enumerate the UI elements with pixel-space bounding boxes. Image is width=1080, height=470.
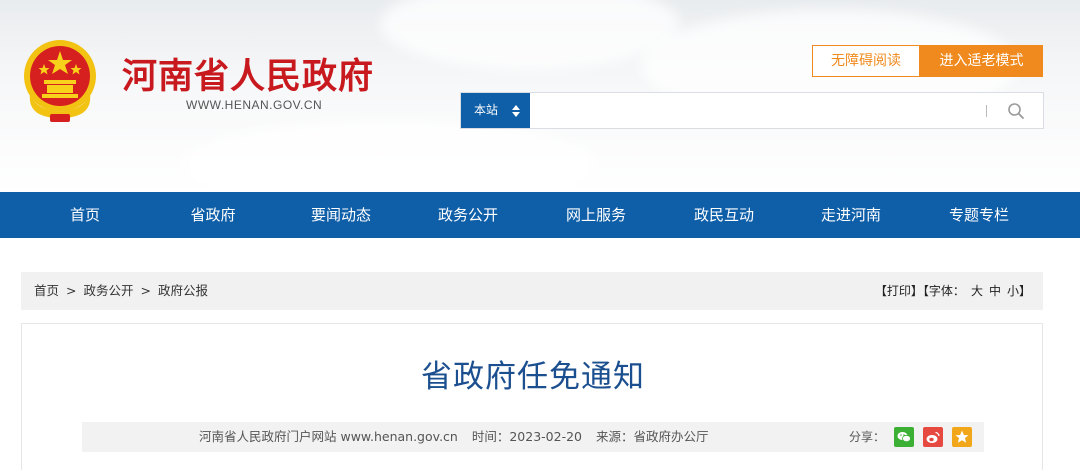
time-label: 时间： bbox=[471, 429, 510, 444]
nav-item-online-services[interactable]: 网上服务 bbox=[566, 192, 626, 238]
breadcrumb-separator: > bbox=[140, 283, 151, 298]
breadcrumb-bar: 首页 > 政务公开 > 政府公报 【打印】【字体： 大中小】 bbox=[21, 272, 1043, 310]
breadcrumb-government-affairs[interactable]: 政务公开 bbox=[83, 283, 133, 298]
nav-item-about-henan[interactable]: 走进河南 bbox=[821, 192, 881, 238]
page: 河南省人民政府 WWW.HENAN.GOV.CN 无障碍阅读 进入适老模式 本站… bbox=[0, 0, 1080, 470]
publish-date: 2023-02-20 bbox=[509, 429, 583, 444]
wechat-icon bbox=[897, 432, 911, 443]
font-size-large[interactable]: 大 bbox=[971, 284, 983, 298]
article-meta-text: 河南省人民政府门户网站 www.henan.gov.cn 时间：2023-02-2… bbox=[199, 422, 709, 452]
font-size-suffix: 】 bbox=[1018, 284, 1031, 298]
breadcrumb: 首页 > 政务公开 > 政府公报 bbox=[34, 272, 208, 310]
search-divider bbox=[986, 105, 987, 117]
origin-label: 来源： bbox=[596, 429, 634, 444]
source-site: 河南省人民政府门户网站 www.henan.gov.cn bbox=[199, 429, 458, 444]
share-favorite-button[interactable] bbox=[952, 427, 972, 447]
elder-mode-button[interactable]: 进入适老模式 bbox=[920, 45, 1043, 77]
site-url: WWW.HENAN.GOV.CN bbox=[186, 98, 323, 112]
breadcrumb-home[interactable]: 首页 bbox=[34, 283, 59, 298]
font-size-medium[interactable]: 中 bbox=[989, 284, 1001, 298]
article-title: 省政府任免通知 bbox=[421, 359, 645, 395]
weibo-icon bbox=[926, 431, 940, 443]
nav-item-news[interactable]: 要闻动态 bbox=[311, 192, 371, 238]
article: 省政府任免通知 河南省人民政府门户网站 www.henan.gov.cn 时间：2… bbox=[21, 323, 1043, 470]
nav-item-government-affairs[interactable]: 政务公开 bbox=[438, 192, 498, 238]
origin-value: 省政府办公厅 bbox=[633, 429, 709, 444]
main-nav: 首页 省政府 要闻动态 政务公开 网上服务 政民互动 走进河南 专题专栏 bbox=[0, 192, 1080, 238]
share-weibo-button[interactable] bbox=[923, 427, 943, 447]
font-size-label: 【字体： bbox=[922, 284, 965, 298]
nav-item-provincial-government[interactable]: 省政府 bbox=[190, 192, 235, 238]
font-size-small[interactable]: 小 bbox=[1007, 284, 1019, 298]
search-scope-select[interactable]: 本站 bbox=[461, 93, 530, 128]
search-icon[interactable] bbox=[1006, 101, 1026, 121]
search-scope-label: 本站 bbox=[474, 103, 499, 117]
share-wechat-button[interactable] bbox=[894, 427, 914, 447]
site-header: 河南省人民政府 WWW.HENAN.GOV.CN 无障碍阅读 进入适老模式 本站 bbox=[0, 0, 1080, 192]
search-bar: 本站 bbox=[460, 92, 1044, 129]
breadcrumb-separator: > bbox=[66, 283, 77, 298]
nav-item-interaction[interactable]: 政民互动 bbox=[694, 192, 754, 238]
national-emblem-icon bbox=[24, 40, 96, 122]
share-label: 分享： bbox=[849, 430, 886, 444]
nav-item-home[interactable]: 首页 bbox=[70, 192, 100, 238]
favorite-star-icon bbox=[955, 430, 969, 443]
breadcrumb-gazette[interactable]: 政府公报 bbox=[158, 283, 208, 298]
accessibility-reading-button[interactable]: 无障碍阅读 bbox=[812, 45, 920, 77]
search-input[interactable] bbox=[531, 93, 981, 128]
article-meta: 河南省人民政府门户网站 www.henan.gov.cn 时间：2023-02-2… bbox=[82, 422, 984, 452]
print-link[interactable]: 【打印】 bbox=[875, 284, 923, 298]
updown-caret-icon bbox=[512, 105, 520, 117]
site-title[interactable]: 河南省人民政府 bbox=[122, 48, 374, 99]
nav-item-special-topics[interactable]: 专题专栏 bbox=[949, 192, 1009, 238]
article-tools: 【打印】【字体： 大中小】 bbox=[875, 272, 1031, 310]
